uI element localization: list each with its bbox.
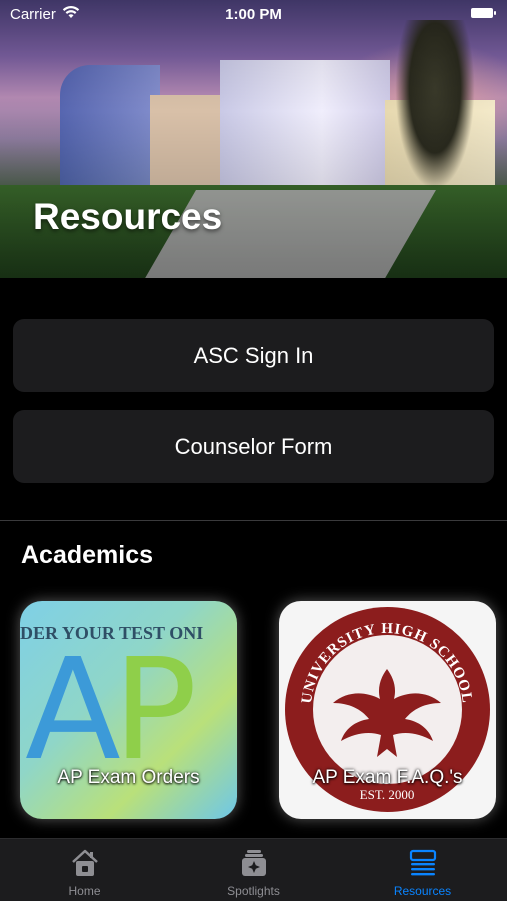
- battery-icon: [471, 8, 496, 18]
- status-bar: Carrier 1:00 PM: [0, 0, 507, 28]
- seal-est: EST. 2000: [360, 787, 415, 802]
- tab-bar: Home Spotlights Resources: [0, 838, 507, 901]
- card-label: AP Exam F.A.Q.'s: [312, 767, 463, 788]
- ap-exam-faq-card[interactable]: UNIVERSITY HIGH SCHOOL EST. 2000 AP Exam…: [279, 601, 496, 819]
- asc-sign-in-label: ASC Sign In: [193, 342, 314, 368]
- status-time: 1:00 PM: [225, 6, 282, 23]
- resources-icon: [407, 848, 439, 883]
- asc-sign-in-button[interactable]: ASC Sign In: [13, 319, 494, 392]
- academics-heading: Academics: [21, 541, 154, 569]
- home-icon: [69, 848, 101, 883]
- spotlights-icon: [238, 848, 270, 883]
- tab-home[interactable]: Home: [0, 839, 169, 901]
- tab-spotlights[interactable]: Spotlights: [169, 839, 338, 901]
- card-label: AP Exam Orders: [57, 767, 200, 788]
- hero-image: Resources: [0, 0, 507, 278]
- tab-resources[interactable]: Resources: [338, 839, 507, 901]
- counselor-form-label: Counselor Form: [174, 433, 333, 459]
- tab-resources-label: Resources: [393, 884, 452, 898]
- tab-home-label: Home: [68, 884, 101, 898]
- ap-logo: AP: [25, 641, 197, 781]
- tab-spotlights-label: Spotlights: [227, 884, 280, 898]
- ap-exam-orders-card[interactable]: DER YOUR TEST ONI AP AP Exam Orders: [20, 601, 237, 819]
- section-divider: [0, 520, 507, 521]
- counselor-form-button[interactable]: Counselor Form: [13, 410, 494, 483]
- page-title: Resources: [33, 196, 223, 237]
